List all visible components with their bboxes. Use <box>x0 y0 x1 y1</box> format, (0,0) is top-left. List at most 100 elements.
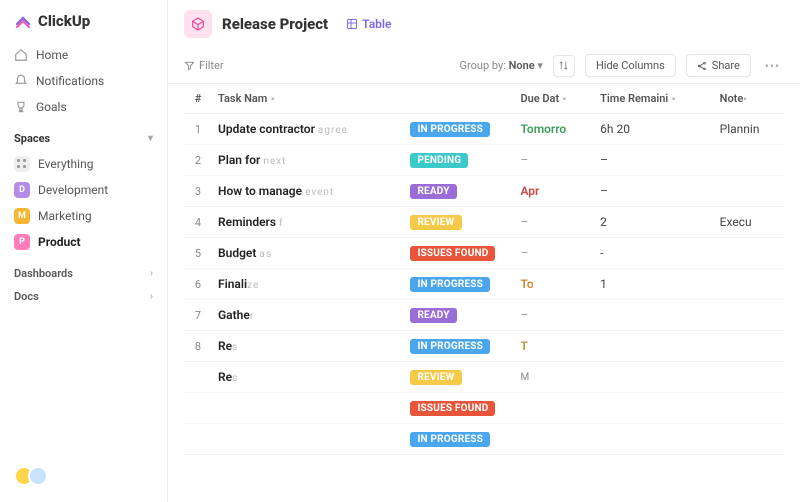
notes-cell[interactable]: Execu <box>714 207 784 238</box>
sort-button[interactable] <box>553 55 575 77</box>
time-cell[interactable] <box>594 424 714 455</box>
spaces-header[interactable]: Spaces ▾ <box>0 120 167 151</box>
hide-columns-button[interactable]: Hide Columns <box>585 54 676 77</box>
time-cell[interactable]: - <box>594 238 714 269</box>
task-name-cell[interactable]: Plan for next <box>212 145 404 176</box>
share-icon <box>697 61 707 71</box>
project-icon[interactable] <box>184 10 212 38</box>
notes-cell[interactable] <box>714 269 784 300</box>
time-cell[interactable] <box>594 300 714 331</box>
task-name-cell[interactable]: Finalize <box>212 269 404 300</box>
table-row[interactable]: 8ResIN PROGRESST <box>184 331 784 362</box>
notes-cell[interactable]: Plannin <box>714 114 784 145</box>
notes-cell[interactable] <box>714 176 784 207</box>
status-cell[interactable]: REVIEW <box>404 362 514 393</box>
status-cell[interactable]: READY <box>404 300 514 331</box>
notes-cell[interactable] <box>714 362 784 393</box>
table-row[interactable]: 5Budget asISSUES FOUND–- <box>184 238 784 269</box>
row-num: 8 <box>184 331 212 362</box>
nav-home[interactable]: Home <box>0 42 167 68</box>
group-by-dropdown[interactable]: Group by: None ▾ <box>460 59 543 72</box>
due-cell[interactable]: – <box>514 207 594 238</box>
logo[interactable]: ClickUp <box>0 8 167 42</box>
notes-cell[interactable] <box>714 393 784 424</box>
table-row[interactable]: ResREVIEWM <box>184 362 784 393</box>
status-cell[interactable]: ISSUES FOUND <box>404 238 514 269</box>
due-cell[interactable]: – <box>514 238 594 269</box>
chevron-right-icon: › <box>150 291 153 302</box>
avatar-stack[interactable] <box>14 466 153 486</box>
due-cell[interactable]: To <box>514 269 594 300</box>
due-cell[interactable]: – <box>514 145 594 176</box>
chevron-down-icon: ▾ <box>148 133 153 144</box>
due-cell[interactable]: T <box>514 331 594 362</box>
row-num <box>184 424 212 455</box>
col-notes[interactable]: Note▪ <box>714 84 784 114</box>
table-row[interactable]: IN PROGRESS <box>184 424 784 455</box>
due-cell[interactable]: Apr <box>514 176 594 207</box>
col-num[interactable]: # <box>184 84 212 114</box>
task-name-cell[interactable]: Res <box>212 331 404 362</box>
time-cell[interactable]: 1 <box>594 269 714 300</box>
dashboards-link[interactable]: Dashboards › <box>0 255 167 286</box>
task-name-cell[interactable]: Reminders f <box>212 207 404 238</box>
status-cell[interactable]: REVIEW <box>404 207 514 238</box>
status-cell[interactable]: IN PROGRESS <box>404 114 514 145</box>
task-name-cell[interactable]: How to manage event <box>212 176 404 207</box>
time-cell[interactable] <box>594 362 714 393</box>
time-cell[interactable]: 6h 20 <box>594 114 714 145</box>
task-name-cell[interactable]: Budget as <box>212 238 404 269</box>
task-name-cell[interactable]: Gather <box>212 300 404 331</box>
task-name-cell[interactable]: Res <box>212 362 404 393</box>
table-row[interactable]: 2Plan for nextPENDING–– <box>184 145 784 176</box>
table-row[interactable]: ISSUES FOUND <box>184 393 784 424</box>
notes-cell[interactable] <box>714 300 784 331</box>
notes-cell[interactable] <box>714 331 784 362</box>
col-due[interactable]: Due Dat ▪ <box>514 84 594 114</box>
table-container: # Task Nam ▪ Due Dat ▪ Time Remaini ▪ No… <box>168 84 800 502</box>
task-name-cell[interactable]: Update contractor agree <box>212 114 404 145</box>
table-row[interactable]: 1Update contractor agreeIN PROGRESSTomor… <box>184 114 784 145</box>
table-row[interactable]: 3How to manage eventREADYApr– <box>184 176 784 207</box>
filter-button[interactable]: Filter <box>184 59 224 72</box>
status-cell[interactable]: IN PROGRESS <box>404 269 514 300</box>
table-row[interactable]: 7GatherREADY– <box>184 300 784 331</box>
chevron-right-icon: › <box>150 268 153 279</box>
notes-cell[interactable] <box>714 145 784 176</box>
due-cell[interactable]: Tomorro <box>514 114 594 145</box>
time-cell[interactable]: – <box>594 145 714 176</box>
task-name-cell[interactable] <box>212 393 404 424</box>
brand-name: ClickUp <box>38 12 90 30</box>
notes-cell[interactable] <box>714 238 784 269</box>
due-cell[interactable] <box>514 424 594 455</box>
notes-cell[interactable] <box>714 424 784 455</box>
nav-notifications[interactable]: Notifications <box>0 68 167 94</box>
time-cell[interactable] <box>594 331 714 362</box>
sidebar-item-development[interactable]: D Development <box>0 177 167 203</box>
status-cell[interactable]: PENDING <box>404 145 514 176</box>
due-cell[interactable] <box>514 393 594 424</box>
status-cell[interactable]: IN PROGRESS <box>404 424 514 455</box>
share-button[interactable]: Share <box>686 54 751 77</box>
sidebar-item-marketing[interactable]: M Marketing <box>0 203 167 229</box>
col-time[interactable]: Time Remaini ▪ <box>594 84 714 114</box>
status-cell[interactable]: READY <box>404 176 514 207</box>
due-cell[interactable]: M <box>514 362 594 393</box>
view-table[interactable]: Table <box>346 17 391 31</box>
table-row[interactable]: 4Reminders fREVIEW–2Execu <box>184 207 784 238</box>
status-cell[interactable]: ISSUES FOUND <box>404 393 514 424</box>
space-badge: M <box>14 208 30 224</box>
more-menu[interactable]: ••• <box>761 59 784 73</box>
time-cell[interactable] <box>594 393 714 424</box>
sidebar-item-product[interactable]: P Product <box>0 229 167 255</box>
table-row[interactable]: 6FinalizeIN PROGRESSTo1 <box>184 269 784 300</box>
task-name-cell[interactable] <box>212 424 404 455</box>
time-cell[interactable]: 2 <box>594 207 714 238</box>
nav-goals[interactable]: Goals <box>0 94 167 120</box>
docs-link[interactable]: Docs › <box>0 286 167 309</box>
col-name[interactable]: Task Nam ▪ <box>212 84 404 114</box>
status-cell[interactable]: IN PROGRESS <box>404 331 514 362</box>
sidebar-item-everything[interactable]: Everything <box>0 151 167 177</box>
time-cell[interactable]: – <box>594 176 714 207</box>
due-cell[interactable]: – <box>514 300 594 331</box>
